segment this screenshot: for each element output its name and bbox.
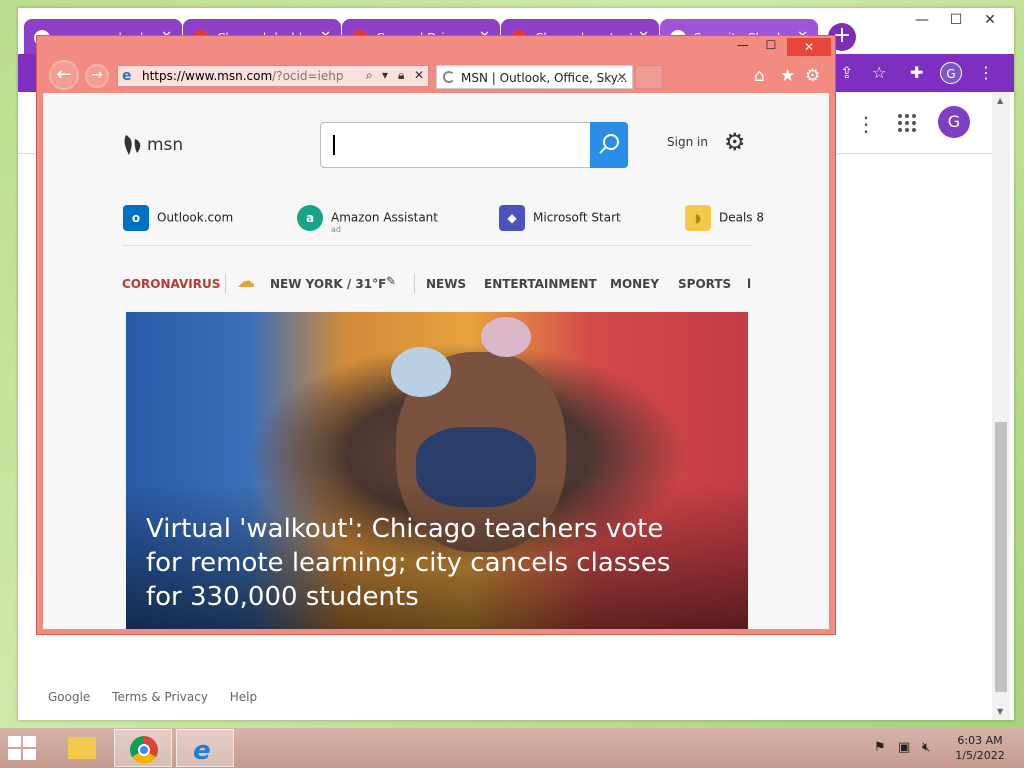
home-icon[interactable]: ⌂ [754,66,765,86]
quick-link-microsoft-start[interactable]: ◆ Microsoft Start [499,205,621,231]
deals-icon: ◗ [685,205,711,231]
taskbar-chrome[interactable] [114,729,172,767]
taskbar: e ⚑ ▣ 🔇︎ 6:03 AM 1/5/2022 [0,728,1024,768]
loading-spinner-icon [443,71,455,83]
lock-icon[interactable]: 🔒︎ [398,68,404,83]
quick-link-deals[interactable]: ◗ Deals 8 [685,205,764,231]
hero-story[interactable]: Virtual 'walkout': Chicago teachers vote… [126,312,748,629]
windows-logo-pane [8,749,21,760]
close-window-button[interactable]: ✕ [974,12,1006,32]
quick-link-label: Microsoft Start [533,210,621,225]
forward-button[interactable]: → [85,64,109,88]
nav-separator [414,273,415,293]
clock-date: 1/5/2022 [955,749,1005,762]
ie-tab-title: MSN | Outlook, Office, Sky... [461,71,628,85]
ad-label: ad [331,225,341,234]
settings-gear-icon[interactable]: ⚙ [724,128,746,156]
page-scrollbar[interactable]: ▲ ▼ [992,92,1010,720]
sign-in-link[interactable]: Sign in [667,135,708,149]
edit-pencil-icon[interactable]: ✎ [386,274,396,288]
msn-nav-bar: CORONAVIRUS ☁ NEW YORK / 31°F ✎ NEWS ENT… [122,269,755,299]
outlook-icon: o [123,205,149,231]
maximize-button[interactable]: ☐ [759,38,783,56]
windows-logo-icon [8,736,21,747]
minimize-button[interactable]: — [906,12,938,32]
quick-link-outlook[interactable]: o Outlook.com [123,205,233,231]
google-account-avatar[interactable]: G [938,106,970,138]
nav-separator [225,273,226,293]
msn-butterfly-icon [124,135,141,155]
close-tab-icon[interactable]: ✕ [617,70,627,84]
scroll-down-icon[interactable]: ▼ [997,707,1003,716]
dropdown-arrow-icon[interactable]: ▾ [382,68,388,82]
taskbar-internet-explorer[interactable]: e [176,729,234,767]
internet-explorer-icon: e [193,736,211,766]
google-footer: Google Terms & Privacy Help [48,690,275,704]
internet-explorer-window: — ☐ ✕ ← → e https://www.msn.com/?ocid=ie… [36,35,836,635]
minimize-button[interactable]: — [733,38,753,56]
search-icon[interactable]: ⌕ [366,68,373,83]
volume-muted-icon[interactable]: 🔇︎ [922,740,930,755]
more-options-icon[interactable]: ⋮ [856,112,876,136]
share-icon[interactable]: ⇪ [840,63,853,82]
ie-tab-active[interactable]: MSN | Outlook, Office, Sky... ✕ [436,65,633,89]
close-window-button[interactable]: ✕ [787,38,831,56]
text-caret [333,135,335,155]
nav-entertainment[interactable]: ENTERTAINMENT [484,277,597,291]
msn-brand-text: msn [147,135,184,155]
address-host: https://www.msn.com [142,69,273,83]
nav-weather[interactable]: NEW YORK / 31°F [270,277,386,291]
extensions-icon[interactable]: ✚ [910,63,923,82]
msn-page: msn Sign in ⚙ o Outlook.com a Amazon Assis… [43,93,829,629]
windows-logo-pane [23,736,36,747]
address-bar[interactable]: e https://www.msn.com/?ocid=iehp ⌕ ▾ 🔒︎ … [117,65,429,87]
hero-photo-detail [481,317,531,357]
nav-coronavirus[interactable]: CORONAVIRUS [122,277,220,291]
google-link[interactable]: Google [48,690,90,704]
quick-link-label: Outlook.com [157,210,234,225]
amazon-icon: a [297,205,323,231]
quick-link-label: Deals 8 [719,210,765,225]
system-clock[interactable]: 6:03 AM 1/5/2022 [950,733,1010,763]
tools-gear-icon[interactable]: ⚙ [805,66,820,86]
nav-news[interactable]: NEWS [426,277,466,291]
hero-headline[interactable]: Virtual 'walkout': Chicago teachers vote… [146,512,706,614]
nav-money[interactable]: MONEY [610,277,659,291]
help-link[interactable]: Help [230,690,257,704]
apps-grid-icon[interactable] [898,114,916,132]
windows-logo-pane [23,749,36,760]
bookmark-star-icon[interactable]: ☆ [872,63,886,82]
stop-icon[interactable]: ✕ [414,68,424,82]
clock-time: 6:03 AM [957,734,1003,747]
profile-avatar[interactable]: G [940,62,962,84]
ie-page-icon: e [122,68,132,84]
new-tab-button[interactable] [635,65,663,89]
quick-link-amazon-assistant[interactable]: a Amazon Assistant ad [297,205,438,234]
microsoft-start-icon: ◆ [499,205,525,231]
chrome-icon [130,736,158,764]
nav-sports[interactable]: SPORTS [678,277,731,291]
hero-photo-detail [391,347,451,397]
address-path: /?ocid=iehp [272,69,344,83]
scroll-up-icon[interactable]: ▲ [997,96,1003,105]
quick-link-label: Amazon Assistant [331,210,438,225]
favorites-star-icon[interactable]: ★ [780,66,795,86]
scrollbar-thumb[interactable] [995,422,1007,692]
search-button[interactable] [590,122,628,168]
folder-icon [68,737,96,759]
msn-logo[interactable]: msn [123,133,183,157]
divider [122,245,752,246]
weather-snow-icon: ☁ [237,271,255,292]
start-button[interactable] [8,736,38,760]
maximize-button[interactable]: ☐ [940,12,972,32]
search-icon [599,134,619,154]
network-icon[interactable]: ▣ [898,740,910,755]
terms-privacy-link[interactable]: Terms & Privacy [112,690,208,704]
msn-search-input[interactable] [320,122,628,168]
taskbar-file-explorer[interactable] [52,729,110,767]
nav-more[interactable]: l [747,277,751,291]
action-center-flag-icon[interactable]: ⚑ [874,740,886,755]
back-button[interactable]: ← [49,60,79,90]
chrome-menu-icon[interactable]: ⋮ [978,63,994,82]
